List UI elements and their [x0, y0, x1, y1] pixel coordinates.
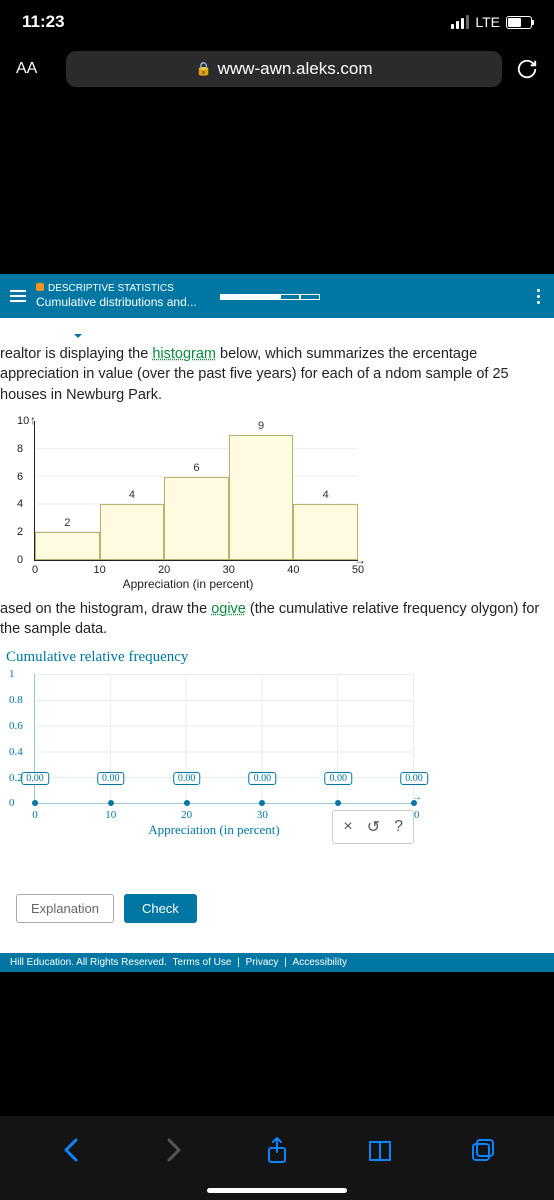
status-right: LTE: [451, 14, 532, 30]
ogive-title: Cumulative relative frequency: [6, 649, 548, 666]
safari-toolbar: [0, 1116, 554, 1200]
undo-button[interactable]: ↺: [367, 817, 380, 837]
ogive-point[interactable]: [184, 800, 190, 806]
clear-button[interactable]: ×: [343, 818, 352, 836]
back-button[interactable]: [55, 1134, 87, 1166]
question-text-2: ased on the histogram, draw the ogive (t…: [0, 599, 548, 640]
histogram-bar: 4: [293, 504, 358, 560]
ogive-point-value[interactable]: 0.00: [324, 772, 352, 785]
ogive-link[interactable]: ogive: [211, 601, 246, 617]
reload-button[interactable]: [516, 58, 538, 80]
ogive-point-value[interactable]: 0.00: [400, 772, 428, 785]
ogive-chart[interactable]: 1 0.8 0.6 0.4 0.2 0 0 10 20 30 40 50 0.0…: [4, 668, 424, 838]
terms-link[interactable]: Terms of Use: [173, 957, 232, 968]
topic-title: Cumulative distributions and...: [36, 295, 197, 309]
status-time: 11:23: [22, 12, 65, 32]
kebab-menu-icon[interactable]: [537, 289, 540, 304]
carrier-label: LTE: [475, 14, 500, 30]
url-text: www-awn.aleks.com: [218, 59, 373, 79]
histogram-bar: 6: [164, 477, 229, 560]
histogram-link[interactable]: histogram: [152, 346, 216, 362]
accessibility-link[interactable]: Accessibility: [293, 957, 347, 968]
home-indicator[interactable]: [207, 1188, 347, 1193]
safari-url-bar: AA 🔒 www-awn.aleks.com: [0, 44, 554, 94]
text-size-button[interactable]: AA: [16, 60, 52, 78]
ogive-plot[interactable]: 1 0.8 0.6 0.4 0.2 0 0 10 20 30 40 50 0.0…: [34, 674, 414, 804]
histogram-bar: 4: [100, 504, 165, 560]
battery-icon: [506, 16, 532, 29]
ogive-point-value[interactable]: 0.00: [249, 772, 277, 785]
ogive-point[interactable]: [32, 800, 38, 806]
ogive-point[interactable]: [108, 800, 114, 806]
ogive-point-value[interactable]: 0.00: [97, 772, 125, 785]
page-footer: Hill Education. All Rights Reserved. Ter…: [0, 953, 554, 972]
explanation-button[interactable]: Explanation: [16, 894, 114, 923]
signal-icon: [451, 15, 469, 29]
tabs-button[interactable]: [467, 1134, 499, 1166]
axis-arrow-icon: →: [412, 792, 422, 803]
privacy-link[interactable]: Privacy: [246, 957, 279, 968]
histogram-chart: ↑→ 10 8 6 4 2 0 2 4 6 9 4 0 10 20: [8, 413, 368, 593]
ogive-point-value[interactable]: 0.00: [173, 772, 201, 785]
ogive-point[interactable]: [259, 800, 265, 806]
variant-dropdown[interactable]: [60, 327, 88, 331]
histogram-bar: 9: [229, 435, 294, 560]
help-button[interactable]: ?: [394, 818, 403, 836]
page-top-gap: [0, 94, 554, 274]
bookmarks-button[interactable]: [364, 1134, 396, 1166]
ogive-point[interactable]: [335, 800, 341, 806]
check-button[interactable]: Check: [124, 894, 197, 923]
progress-strip: [220, 294, 320, 300]
chart-toolbar: × ↺ ?: [332, 810, 414, 844]
share-button[interactable]: [261, 1134, 293, 1166]
ios-status-bar: 11:23 LTE: [0, 0, 554, 44]
aleks-header: DESCRIPTIVE STATISTICS Cumulative distri…: [0, 274, 554, 318]
histogram-x-label: Appreciation (in percent): [8, 577, 368, 591]
forward-button[interactable]: [158, 1134, 190, 1166]
topic-category: DESCRIPTIVE STATISTICS: [36, 283, 197, 295]
menu-icon[interactable]: [10, 290, 26, 302]
ogive-point-value[interactable]: 0.00: [21, 772, 49, 785]
question-text-1: realtor is displaying the histogram belo…: [0, 344, 548, 405]
histogram-plot: 10 8 6 4 2 0 2 4 6 9 4 0 10 20 30 40: [34, 421, 358, 561]
url-field[interactable]: 🔒 www-awn.aleks.com: [66, 51, 502, 87]
lock-icon: 🔒: [195, 61, 211, 77]
histogram-bar: 2: [35, 532, 100, 560]
